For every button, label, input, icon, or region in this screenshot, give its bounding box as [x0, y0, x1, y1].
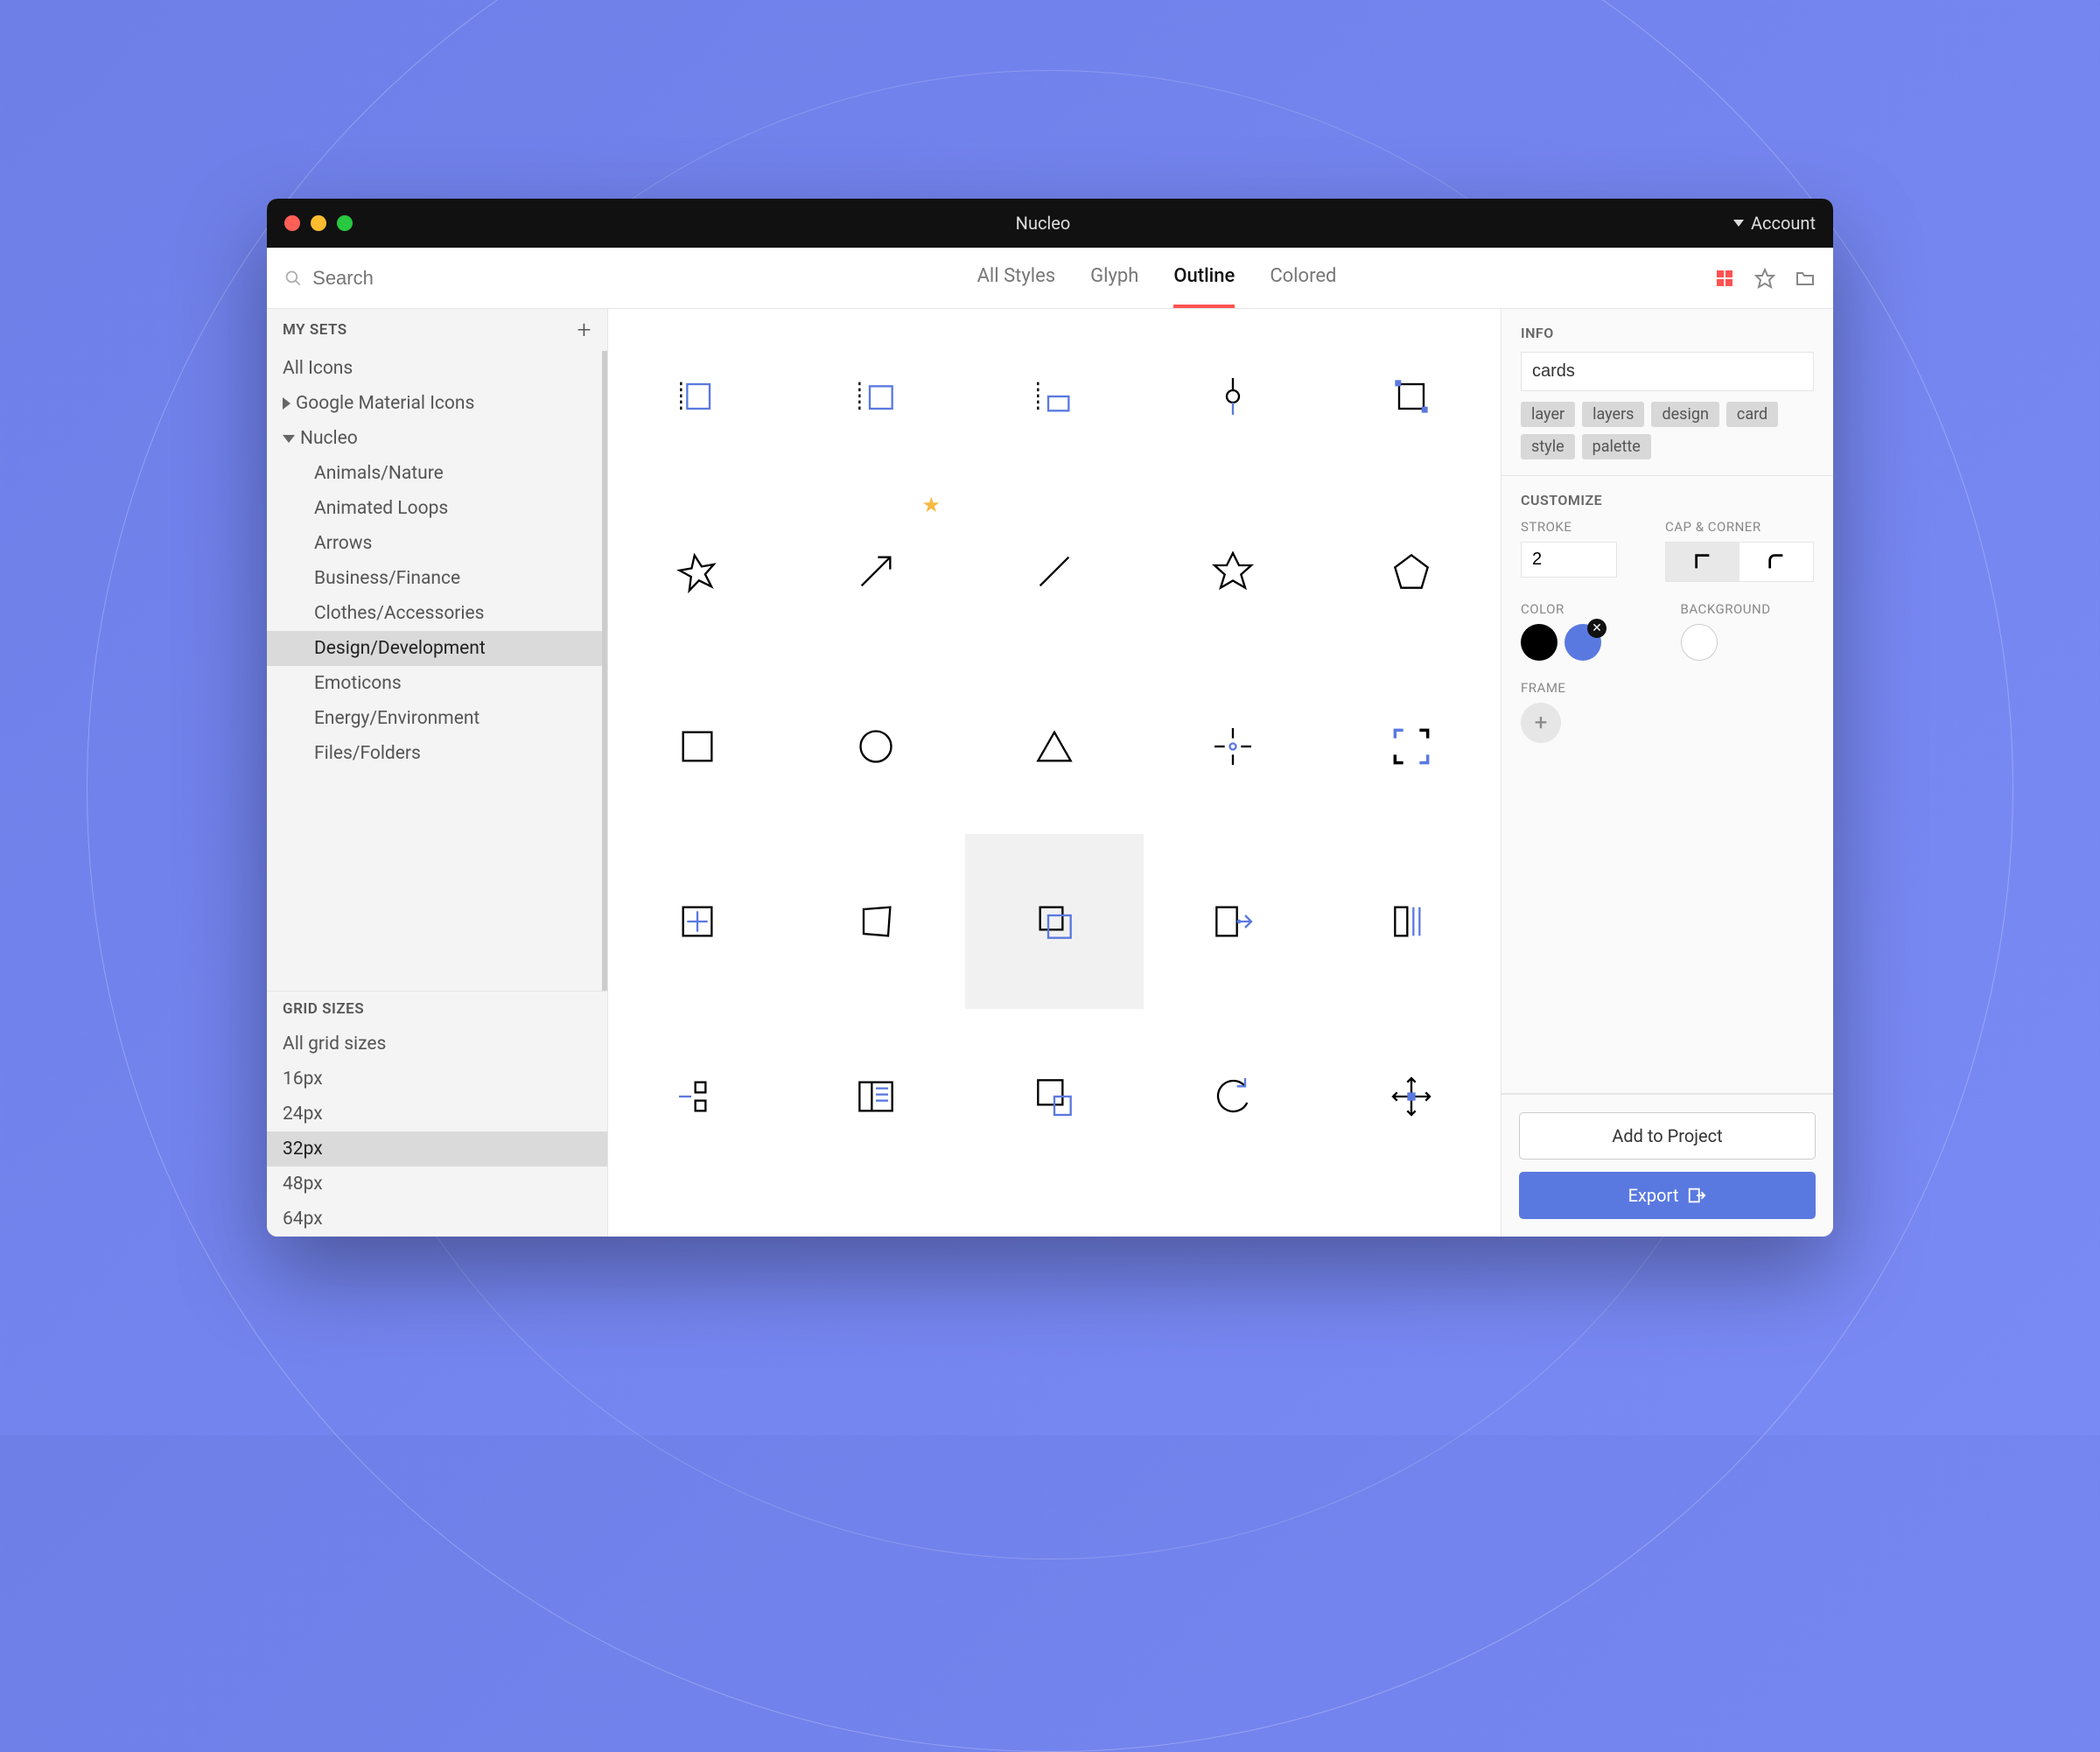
stroke-input[interactable] [1521, 542, 1617, 578]
app-title: Nucleo [353, 213, 1733, 234]
icon-crosshair[interactable] [1144, 659, 1322, 834]
my-sets-header: MY SETS + [267, 309, 607, 351]
icon-layout-sidebar[interactable] [787, 1009, 965, 1184]
icon-star[interactable] [1144, 484, 1322, 659]
add-frame-button[interactable]: + [1521, 703, 1561, 743]
app-window: Nucleo Account All Styles Glyph Outline … [267, 199, 1833, 1237]
info-label: INFO [1521, 325, 1814, 341]
grid-all-sizes[interactable]: All grid sizes [267, 1027, 607, 1062]
tag-item[interactable]: card [1726, 402, 1778, 427]
sidebar-item-business[interactable]: Business/Finance [267, 561, 602, 596]
remove-color-icon[interactable]: ✕ [1587, 619, 1606, 638]
tag-item[interactable]: design [1651, 402, 1718, 427]
icon-name-input[interactable] [1521, 352, 1814, 391]
background-swatch[interactable] [1681, 624, 1718, 661]
favorite-star-icon: ★ [921, 493, 941, 517]
tag-item[interactable]: layers [1582, 402, 1644, 427]
sidebar-item-design-development[interactable]: Design/Development [267, 631, 602, 666]
tag-item[interactable]: layer [1521, 402, 1575, 427]
icon-export-right[interactable] [1144, 834, 1322, 1009]
icon-star-outline[interactable] [608, 484, 787, 659]
tab-all-styles[interactable]: All Styles [977, 248, 1056, 308]
color-swatch-accent[interactable]: ✕ [1564, 624, 1601, 661]
tag-item[interactable]: style [1521, 434, 1575, 459]
icon-frame-corners[interactable] [1322, 659, 1501, 834]
tag-list: layer layers design card style palette [1521, 402, 1814, 459]
icon-circle[interactable] [787, 659, 965, 834]
sidebar-item-all-icons[interactable]: All Icons [267, 351, 602, 386]
icon-artboard[interactable] [1322, 309, 1501, 484]
grid-32px[interactable]: 32px [267, 1132, 607, 1167]
traffic-lights [284, 215, 353, 231]
tag-item[interactable]: palette [1582, 434, 1651, 459]
export-icon [1687, 1186, 1706, 1205]
sidebar-item-nucleo[interactable]: Nucleo [267, 421, 602, 456]
cap-round-button[interactable] [1740, 543, 1813, 581]
grid-64px[interactable]: 64px [267, 1202, 607, 1237]
titlebar: Nucleo Account [267, 199, 1833, 248]
icon-line[interactable] [965, 484, 1144, 659]
search-field[interactable] [284, 266, 599, 291]
tab-colored[interactable]: Colored [1270, 248, 1336, 308]
minimize-window-icon[interactable] [311, 215, 326, 231]
grid-24px[interactable]: 24px [267, 1097, 607, 1132]
icon-pentagon[interactable] [1322, 484, 1501, 659]
search-input[interactable] [311, 266, 599, 291]
icon-cards[interactable] [965, 834, 1144, 1009]
grid-16px[interactable]: 16px [267, 1062, 607, 1097]
account-menu[interactable]: Account [1733, 213, 1816, 234]
color-swatch-black[interactable] [1521, 624, 1558, 661]
sidebar-item-animated-loops[interactable]: Animated Loops [267, 491, 602, 526]
info-panel: INFO layer layers design card style pale… [1501, 309, 1833, 1237]
icon-arrow-diagonal[interactable]: ★ [787, 484, 965, 659]
icon-move[interactable] [1322, 1009, 1501, 1184]
cap-square-button[interactable] [1666, 543, 1740, 581]
style-tabs: All Styles Glyph Outline Colored [617, 248, 1697, 308]
close-window-icon[interactable] [284, 215, 300, 231]
icon-crop[interactable] [608, 834, 787, 1009]
folder-icon[interactable] [1795, 268, 1816, 289]
icon-align-left[interactable] [608, 309, 787, 484]
icon-device-overlap[interactable] [965, 1009, 1144, 1184]
chevron-down-icon [283, 435, 295, 443]
add-set-button[interactable]: + [578, 318, 592, 342]
grid-sizes-header: GRID SIZES [267, 992, 607, 1027]
sidebar-item-files[interactable]: Files/Folders [267, 736, 602, 771]
grid-48px[interactable]: 48px [267, 1167, 607, 1202]
search-icon [284, 269, 302, 288]
icon-grid: ★ [608, 309, 1501, 1237]
tab-glyph[interactable]: Glyph [1090, 248, 1138, 308]
favorites-icon[interactable] [1754, 268, 1775, 289]
add-to-project-button[interactable]: Add to Project [1519, 1112, 1816, 1160]
maximize-window-icon[interactable] [337, 215, 353, 231]
icon-align-bottom[interactable] [965, 309, 1144, 484]
toolbar: All Styles Glyph Outline Colored [267, 248, 1833, 309]
icon-columns[interactable] [1322, 834, 1501, 1009]
sidebar-item-energy[interactable]: Energy/Environment [267, 701, 602, 736]
icon-anchor-point[interactable] [1144, 309, 1322, 484]
sidebar-item-clothes[interactable]: Clothes/Accessories [267, 596, 602, 631]
customize-label: CUSTOMIZE [1521, 492, 1814, 508]
sidebar-item-emoticons[interactable]: Emoticons [267, 666, 602, 701]
sidebar-item-arrows[interactable]: Arrows [267, 526, 602, 561]
chevron-right-icon [283, 397, 290, 410]
sidebar-item-google-material[interactable]: Google Material Icons [267, 386, 602, 421]
tab-outline[interactable]: Outline [1173, 248, 1235, 308]
export-button[interactable]: Export [1519, 1172, 1816, 1219]
icon-align-center[interactable] [787, 309, 965, 484]
icon-perspective[interactable] [787, 834, 965, 1009]
grid-view-icon[interactable] [1714, 268, 1735, 289]
sidebar: MY SETS + All Icons Google Material Icon… [267, 309, 608, 1237]
icon-refresh[interactable] [1144, 1009, 1322, 1184]
icon-distribute[interactable] [608, 1009, 787, 1184]
sidebar-item-animals[interactable]: Animals/Nature [267, 456, 602, 491]
icon-square[interactable] [608, 659, 787, 834]
icon-triangle[interactable] [965, 659, 1144, 834]
